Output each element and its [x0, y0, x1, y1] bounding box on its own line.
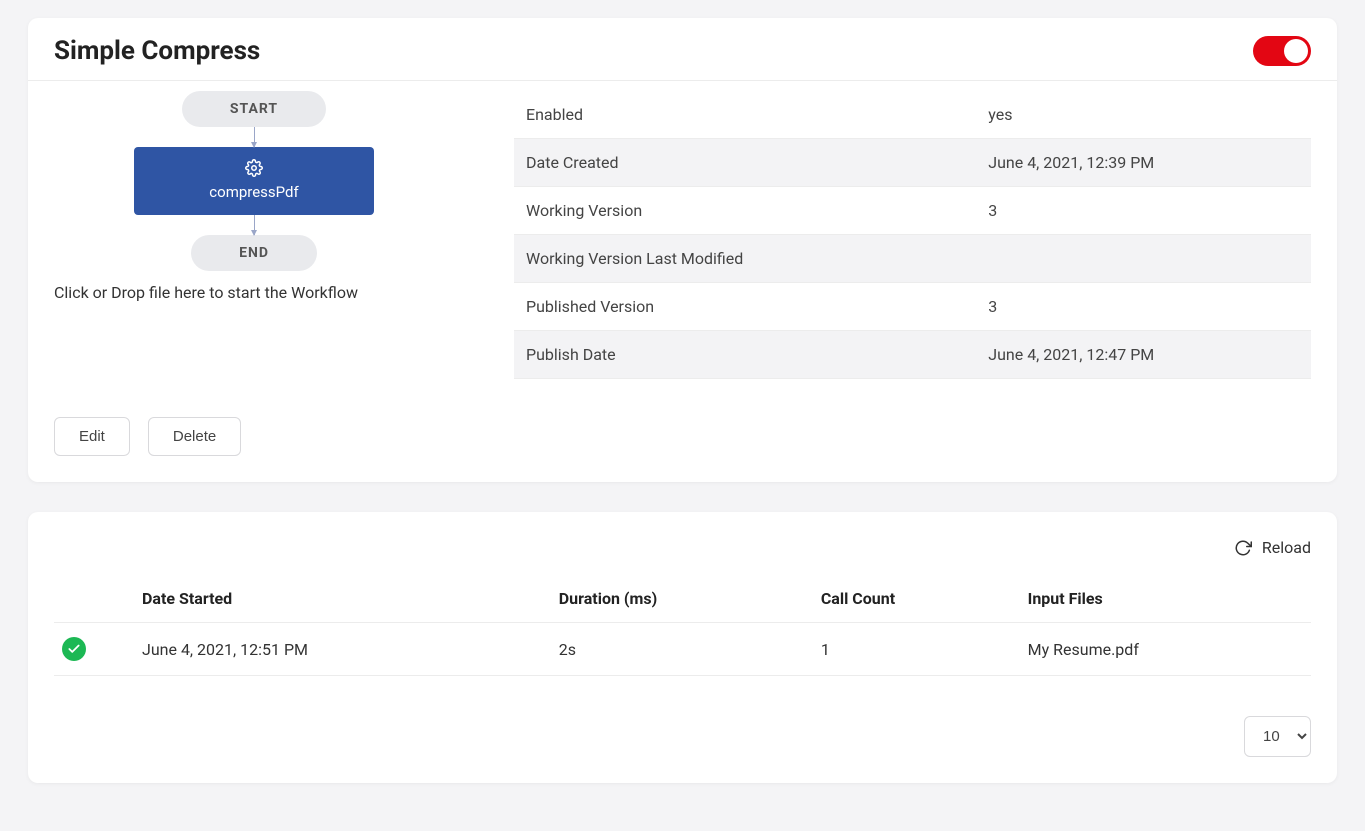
- cell-status: [54, 623, 134, 676]
- toggle-knob: [1284, 39, 1308, 63]
- info-label: Published Version: [514, 283, 976, 331]
- cell-duration: 2s: [551, 623, 813, 676]
- reload-button[interactable]: Reload: [54, 538, 1311, 557]
- runs-header-row: Date Started Duration (ms) Call Count In…: [54, 579, 1311, 623]
- flow-step-label: compressPdf: [209, 183, 298, 201]
- workflow-title: Simple Compress: [54, 36, 260, 66]
- workflow-actions: Edit Delete: [28, 397, 1337, 482]
- runs-body: Reload Date Started Duration (ms) Call C…: [28, 512, 1337, 783]
- col-call-count: Call Count: [813, 579, 1020, 623]
- info-label: Enabled: [514, 91, 976, 139]
- info-value: yes: [976, 91, 1311, 139]
- cell-input-files: My Resume.pdf: [1020, 623, 1311, 676]
- workflow-card-header: Simple Compress: [28, 18, 1337, 81]
- flow-arrow-icon: [254, 215, 255, 235]
- table-row[interactable]: June 4, 2021, 12:51 PM 2s 1 My Resume.pd…: [54, 623, 1311, 676]
- info-value: June 4, 2021, 12:39 PM: [976, 139, 1311, 187]
- info-row: Publish Date June 4, 2021, 12:47 PM: [514, 331, 1311, 379]
- workflow-card: Simple Compress START compressPdf END Cl…: [28, 18, 1337, 482]
- info-label: Date Created: [514, 139, 976, 187]
- info-value: [976, 235, 1311, 283]
- runs-card: Reload Date Started Duration (ms) Call C…: [28, 512, 1337, 783]
- info-value: June 4, 2021, 12:47 PM: [976, 331, 1311, 379]
- runs-table: Date Started Duration (ms) Call Count In…: [54, 579, 1311, 676]
- info-value: 3: [976, 283, 1311, 331]
- delete-button[interactable]: Delete: [148, 417, 241, 456]
- info-row: Enabled yes: [514, 91, 1311, 139]
- workflow-body: START compressPdf END Click or Drop file…: [28, 81, 1337, 397]
- info-label: Working Version Last Modified: [514, 235, 976, 283]
- flow-start-node: START: [182, 91, 326, 127]
- workflow-flow[interactable]: START compressPdf END: [54, 91, 454, 271]
- enabled-toggle[interactable]: [1253, 36, 1311, 66]
- col-date-started: Date Started: [134, 579, 551, 623]
- reload-icon: [1234, 539, 1252, 557]
- info-row: Working Version Last Modified: [514, 235, 1311, 283]
- page-size-select[interactable]: 10: [1244, 716, 1311, 757]
- info-row: Date Created June 4, 2021, 12:39 PM: [514, 139, 1311, 187]
- status-success-icon: [62, 637, 86, 661]
- pager-row: 10: [54, 716, 1311, 757]
- info-row: Working Version 3: [514, 187, 1311, 235]
- flow-end-node: END: [191, 235, 317, 271]
- reload-label: Reload: [1262, 538, 1311, 557]
- cell-date-started: June 4, 2021, 12:51 PM: [134, 623, 551, 676]
- drop-hint: Click or Drop file here to start the Wor…: [54, 283, 454, 302]
- cell-call-count: 1: [813, 623, 1020, 676]
- col-status: [54, 579, 134, 623]
- info-value: 3: [976, 187, 1311, 235]
- workflow-info-table: Enabled yes Date Created June 4, 2021, 1…: [514, 91, 1311, 379]
- gear-icon: [245, 159, 263, 177]
- col-duration: Duration (ms): [551, 579, 813, 623]
- info-row: Published Version 3: [514, 283, 1311, 331]
- info-label: Publish Date: [514, 331, 976, 379]
- col-input-files: Input Files: [1020, 579, 1311, 623]
- flow-arrow-icon: [254, 127, 255, 147]
- edit-button[interactable]: Edit: [54, 417, 130, 456]
- info-label: Working Version: [514, 187, 976, 235]
- workflow-diagram-column: START compressPdf END Click or Drop file…: [54, 91, 454, 379]
- flow-step-node: compressPdf: [134, 147, 374, 215]
